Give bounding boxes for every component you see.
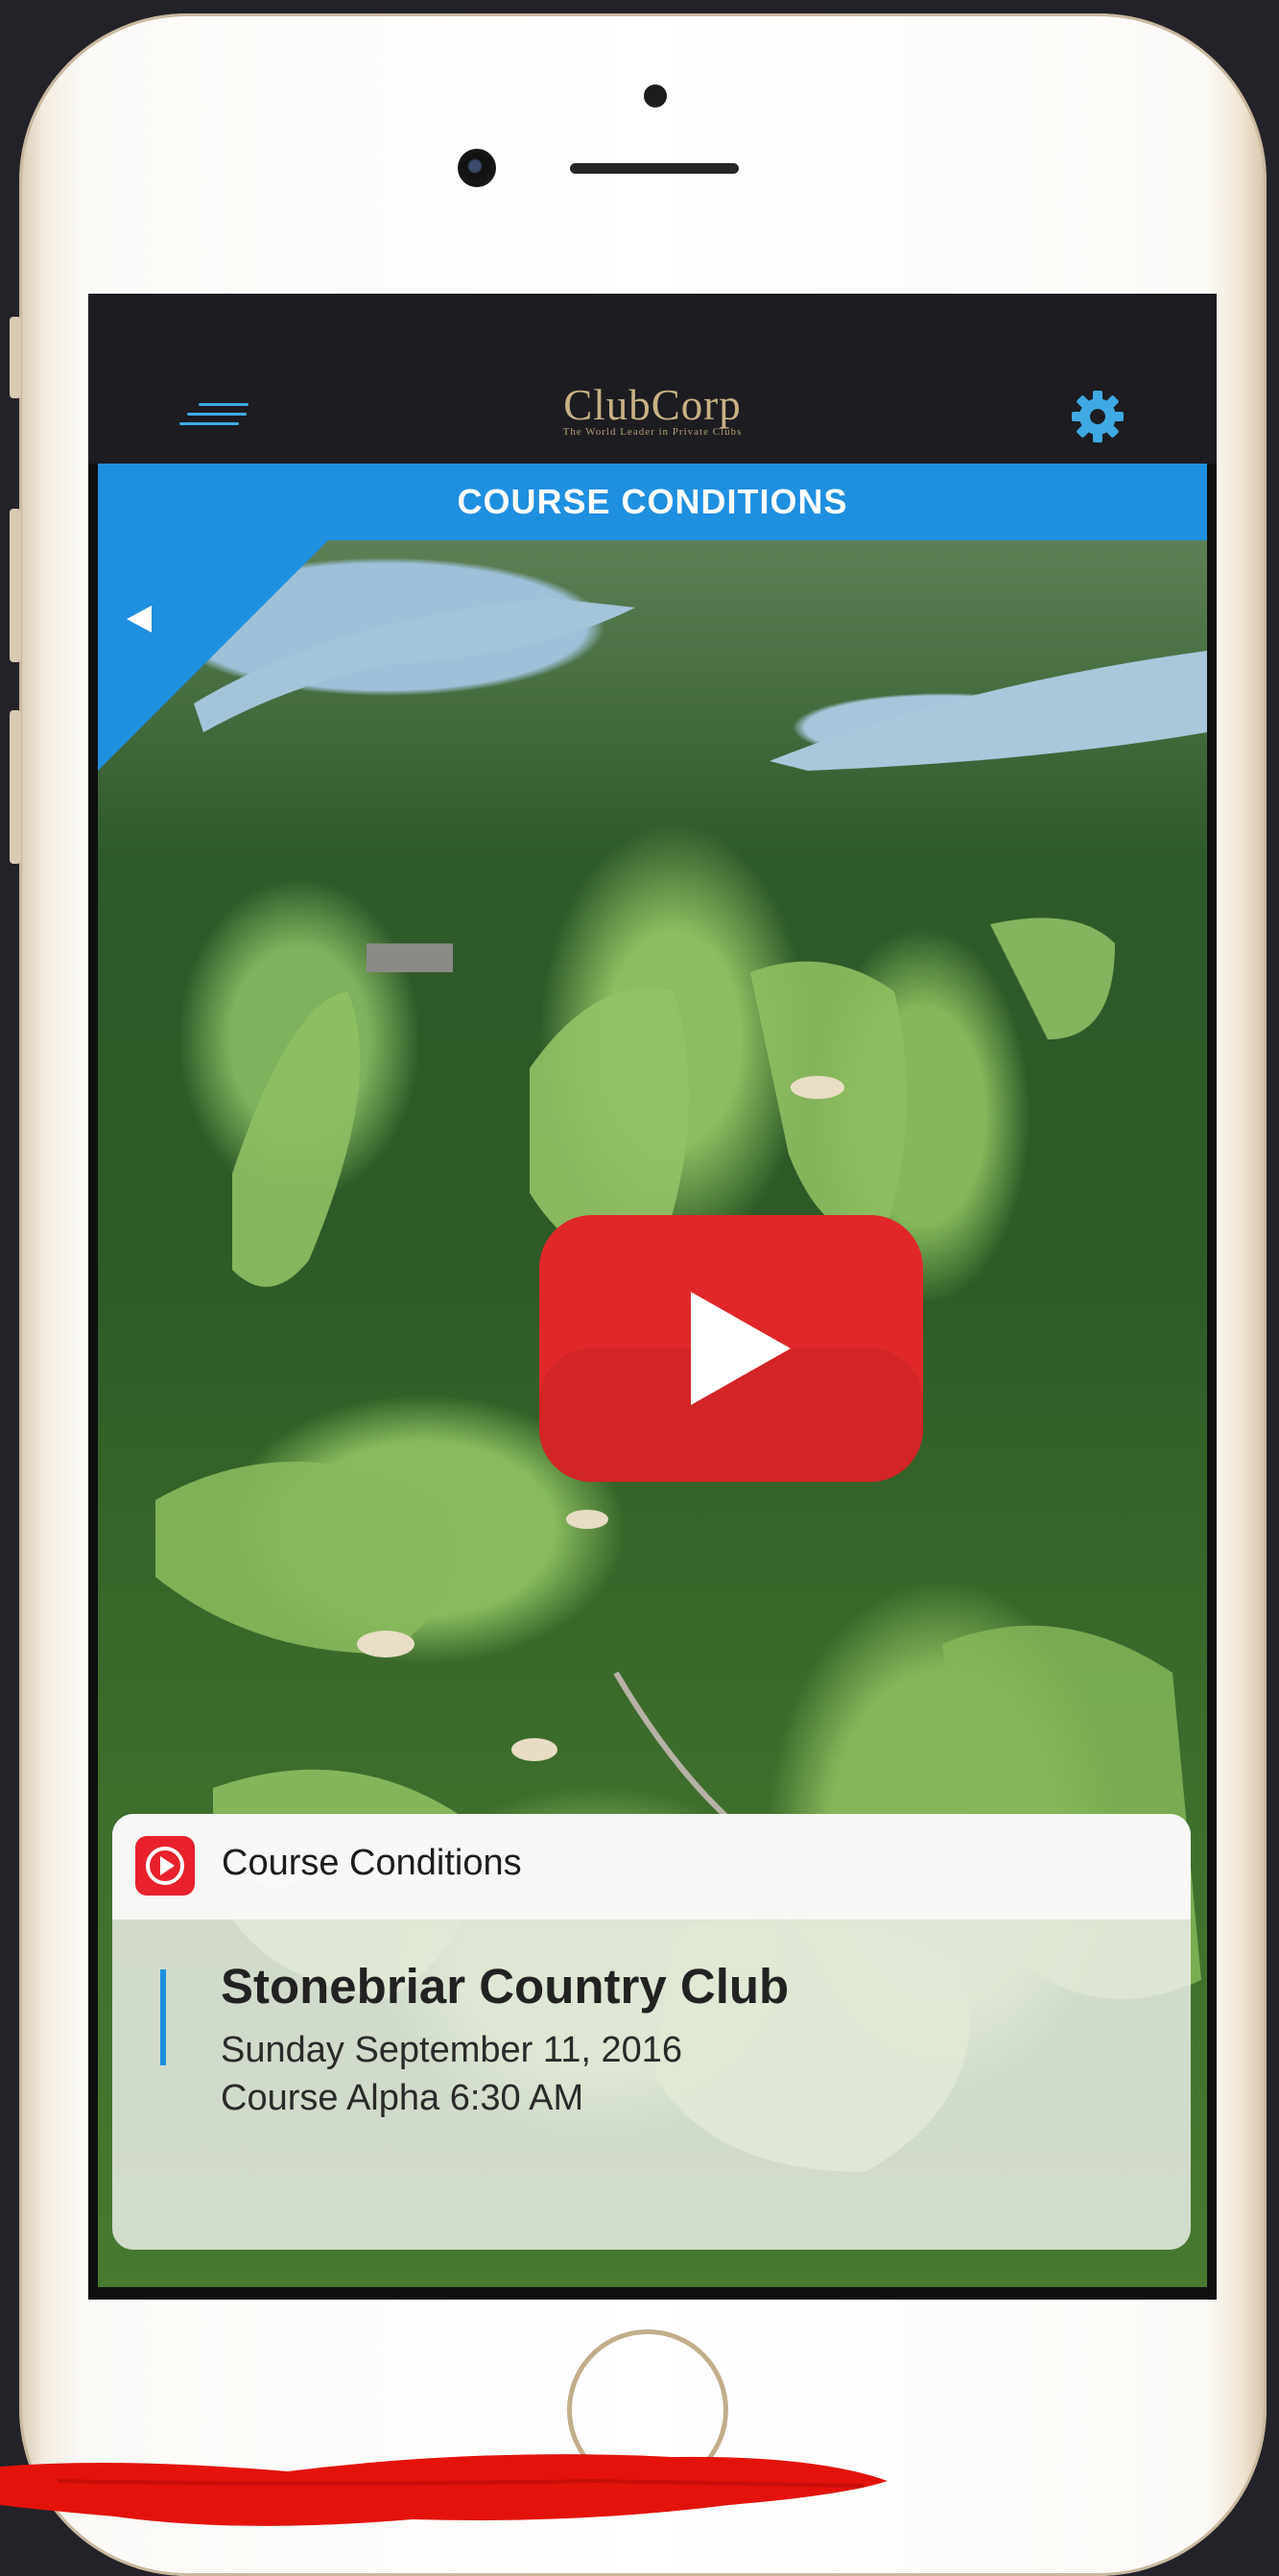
notification-date: Sunday September 11, 2016 [221,2030,682,2070]
notification-card[interactable]: Course Conditions Stonebriar Country Clu… [112,1814,1191,2250]
volume-down-button [10,710,21,864]
youtube-play-icon [135,1836,195,1896]
volume-up-button [10,509,21,662]
earpiece-speaker [570,163,739,174]
red-brush-stroke [0,2454,888,2526]
gear-icon[interactable] [1069,388,1126,445]
notification-accent-bar [160,1969,166,2065]
back-arrow-icon[interactable] [98,540,328,771]
logo-tagline: The World Leader in Private Clubs [562,426,743,438]
silent-switch [10,317,21,398]
notification-app-label: Course Conditions [222,1843,522,1883]
logo-wordmark: ClubCorp [563,381,742,429]
page-title: COURSE CONDITIONS [98,464,1207,540]
front-camera [458,149,496,187]
notification-detail: Course Alpha 6:30 AM [221,2078,584,2118]
proximity-sensor [644,84,667,107]
notification-title: Stonebriar Country Club [221,1959,790,2014]
clubcorp-logo: ClubCorp The World Leader in Private Clu… [88,380,1217,438]
play-icon[interactable] [539,1215,923,1482]
top-nav-bar: ClubCorp The World Leader in Private Clu… [88,294,1217,464]
notification-header: Course Conditions [112,1814,1191,1920]
